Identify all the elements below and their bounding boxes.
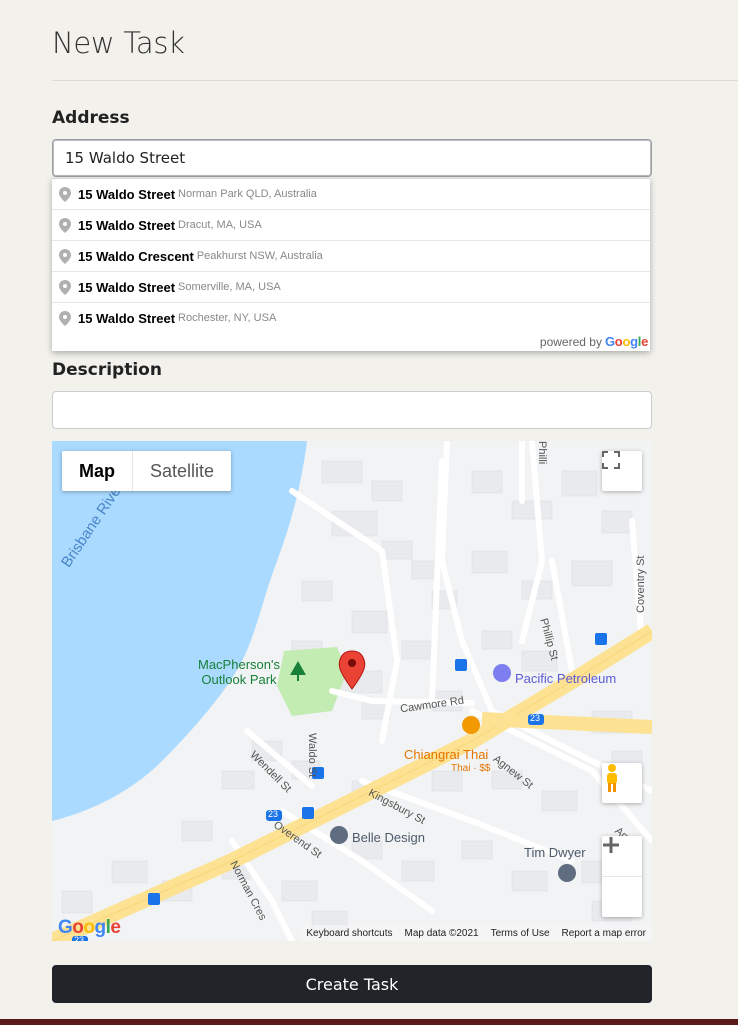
description-label: Description: [52, 360, 162, 380]
title-divider: [52, 80, 738, 81]
keyboard-shortcuts-link[interactable]: Keyboard shortcuts: [306, 928, 392, 939]
suggestion-secondary: Peakhurst NSW, Australia: [196, 250, 323, 262]
footer-strip: [0, 1019, 738, 1025]
zoom-control: [602, 836, 642, 917]
suggestion-item[interactable]: 15 Waldo Crescent Peakhurst NSW, Austral…: [52, 241, 650, 272]
address-suggestions: 15 Waldo Street Norman Park QLD, Austral…: [52, 178, 650, 351]
map-footer: Keyboard shortcuts Map data ©2021 Terms …: [300, 925, 652, 941]
suggestion-main: 15 Waldo Street: [78, 186, 176, 202]
create-task-button[interactable]: Create Task: [52, 965, 652, 1003]
powered-by-google: powered by Google: [540, 334, 648, 349]
suggestion-item[interactable]: 15 Waldo Street Dracut, MA, USA: [52, 210, 650, 241]
location-pin-icon: [59, 311, 71, 326]
page-title: New Task: [52, 26, 185, 60]
description-input[interactable]: [52, 391, 652, 429]
map-canvas[interactable]: [52, 441, 652, 941]
location-pin-icon: [59, 280, 71, 295]
petrol-label[interactable]: Pacific Petroleum: [515, 671, 616, 686]
location-pin-icon: [59, 218, 71, 233]
google-wordmark: Google: [604, 334, 648, 349]
report-error-link[interactable]: Report a map error: [562, 928, 646, 939]
belle-design-label[interactable]: Belle Design: [352, 830, 425, 845]
restaurant-sub-label: Thai · $$: [451, 763, 491, 774]
map-type-map-button[interactable]: Map: [62, 451, 133, 491]
suggestion-main: 15 Waldo Crescent: [78, 248, 194, 264]
suggestion-item[interactable]: 15 Waldo Street Rochester, NY, USA: [52, 303, 650, 333]
terms-link[interactable]: Terms of Use: [491, 928, 550, 939]
pegman-icon: [607, 764, 617, 792]
fullscreen-button[interactable]: [602, 451, 642, 491]
map-data-text: Map data ©2021: [404, 927, 479, 939]
route-badge: 23: [268, 809, 279, 819]
suggestion-item[interactable]: 15 Waldo Street Norman Park QLD, Austral…: [52, 179, 650, 210]
suggestion-secondary: Somerville, MA, USA: [178, 281, 281, 293]
street-label: Philli: [536, 441, 548, 465]
suggestion-main: 15 Waldo Street: [78, 310, 176, 326]
location-pin-icon: [59, 187, 71, 202]
map-view[interactable]: 23 23 23 Brisbane River MacPherson's Out…: [52, 441, 652, 941]
suggestion-secondary: Dracut, MA, USA: [178, 219, 262, 231]
park-label[interactable]: MacPherson's Outlook Park: [198, 657, 280, 687]
suggestion-item[interactable]: 15 Waldo Street Somerville, MA, USA: [52, 272, 650, 303]
street-label: Waldo St: [306, 733, 318, 778]
zoom-out-button[interactable]: [602, 843, 642, 917]
powered-by-text: powered by: [539, 334, 602, 349]
route-badge: 23: [530, 713, 541, 723]
street-view-button[interactable]: [602, 763, 642, 803]
restaurant-label[interactable]: Chiangrai Thai: [404, 747, 488, 762]
street-label: Coventry St: [635, 555, 647, 613]
suggestion-main: 15 Waldo Street: [78, 217, 176, 233]
google-logo[interactable]: Google: [58, 917, 121, 939]
suggestion-main: 15 Waldo Street: [78, 279, 176, 295]
tim-dwyer-label[interactable]: Tim Dwyer: [524, 845, 586, 860]
map-type-control: Map Satellite: [62, 451, 232, 491]
minus-icon: [603, 843, 619, 847]
address-label: Address: [52, 108, 130, 128]
map-type-satellite-button[interactable]: Satellite: [133, 451, 231, 491]
suggestion-secondary: Rochester, NY, USA: [178, 312, 277, 324]
suggestion-secondary: Norman Park QLD, Australia: [178, 188, 317, 200]
location-pin-icon: [59, 249, 71, 264]
address-input[interactable]: [52, 139, 652, 177]
fullscreen-icon: [602, 451, 620, 469]
